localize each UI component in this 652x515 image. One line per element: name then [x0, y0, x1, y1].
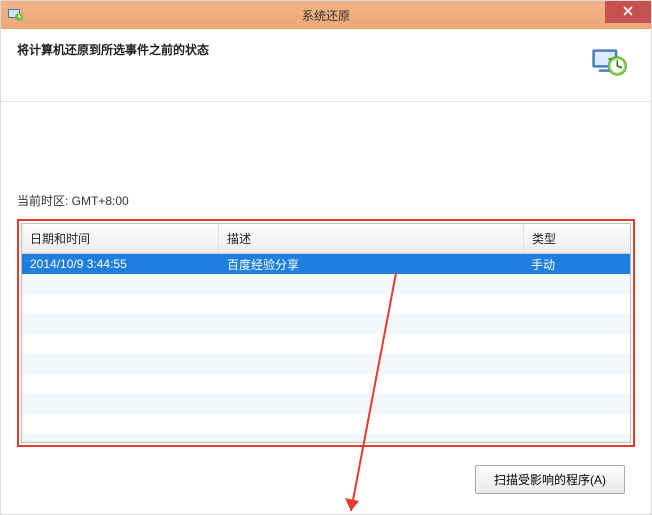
cell-desc: 百度经验分享 — [219, 256, 523, 273]
system-restore-window: 系统还原 将计算机还原到所选事件之前的状态 当前时区: GMT+8:00 — [0, 0, 652, 515]
close-icon — [623, 5, 633, 19]
column-header-date[interactable]: 日期和时间 — [22, 224, 219, 253]
restore-sys-icon — [7, 6, 23, 22]
restore-point-grid-highlight: 日期和时间 描述 类型 2014/10/9 3:44:55 百度经验分享 手动 — [17, 219, 635, 447]
titlebar[interactable]: 系统还原 — [1, 1, 651, 29]
grid-header[interactable]: 日期和时间 描述 类型 — [22, 224, 630, 254]
page-heading: 将计算机还原到所选事件之前的状态 — [17, 41, 209, 58]
restore-hero-icon — [589, 41, 629, 81]
column-header-desc[interactable]: 描述 — [219, 224, 524, 253]
column-header-type[interactable]: 类型 — [524, 224, 630, 253]
wizard-body: 当前时区: GMT+8:00 日期和时间 描述 类型 2014/10/9 3:4… — [1, 192, 651, 494]
button-row: 扫描受影响的程序(A) — [17, 465, 635, 494]
scan-affected-programs-button[interactable]: 扫描受影响的程序(A) — [475, 465, 625, 494]
window-title: 系统还原 — [302, 7, 350, 24]
cell-date: 2014/10/9 3:44:55 — [22, 257, 219, 271]
restore-point-grid[interactable]: 日期和时间 描述 类型 2014/10/9 3:44:55 百度经验分享 手动 — [21, 223, 631, 443]
timezone-label: 当前时区: GMT+8:00 — [17, 192, 635, 209]
grid-body[interactable]: 2014/10/9 3:44:55 百度经验分享 手动 — [22, 254, 630, 442]
cell-type: 手动 — [523, 256, 630, 273]
wizard-header: 将计算机还原到所选事件之前的状态 — [1, 29, 651, 102]
table-row[interactable]: 2014/10/9 3:44:55 百度经验分享 手动 — [22, 254, 630, 274]
close-button[interactable] — [605, 1, 651, 23]
